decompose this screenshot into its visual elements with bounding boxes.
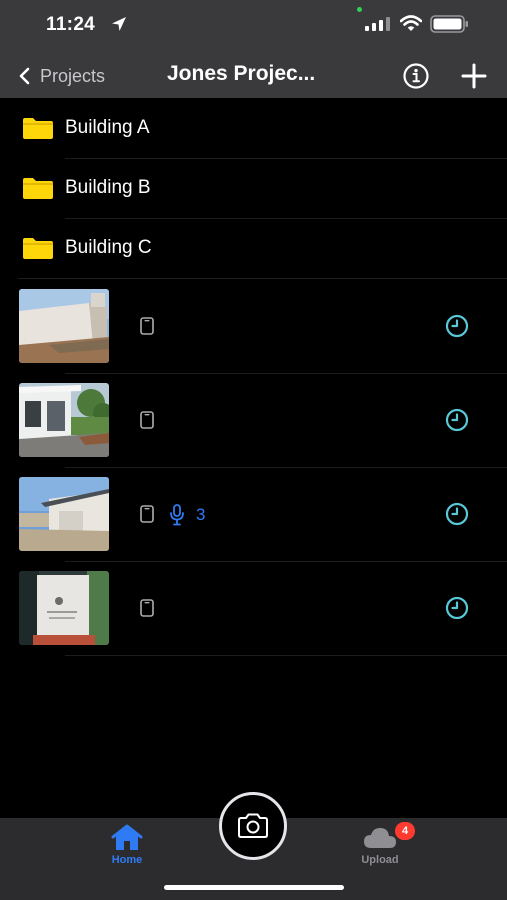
cellular-signal-icon <box>365 17 390 31</box>
location-arrow-icon <box>112 17 126 31</box>
folder-icon <box>23 238 53 259</box>
add-icon[interactable] <box>460 62 488 90</box>
upload-badge: 4 <box>395 822 415 840</box>
photo-thumbnail <box>19 477 109 551</box>
clock-icon <box>445 408 469 432</box>
chevron-left-icon <box>19 67 30 85</box>
battery-icon <box>430 15 468 33</box>
top-bar: 11:24 Projects Jones Projec... <box>0 0 507 98</box>
photo-thumbnail <box>19 289 109 363</box>
clock-icon <box>445 314 469 338</box>
cloud-icon <box>364 828 396 848</box>
folder-label: Building B <box>65 177 151 198</box>
info-icon[interactable] <box>402 62 430 90</box>
photo-thumbnail <box>19 571 109 645</box>
phone-icon <box>140 317 154 335</box>
tab-upload-label: Upload <box>361 854 399 866</box>
folder-label: Building C <box>65 237 152 258</box>
wifi-icon <box>400 15 422 31</box>
clock-icon <box>445 596 469 620</box>
status-time: 11:24 <box>46 14 96 35</box>
folder-item-building-c[interactable]: Building C <box>0 218 507 278</box>
divider <box>65 655 507 656</box>
folder-label: Building A <box>65 117 150 138</box>
photo-item[interactable] <box>0 373 507 467</box>
folder-item-building-a[interactable]: Building A <box>0 98 507 158</box>
folder-icon <box>23 178 53 199</box>
page-title: Jones Projec... <box>167 62 316 85</box>
phone-icon <box>140 505 154 523</box>
phone-icon <box>140 411 154 429</box>
privacy-indicator <box>357 7 362 12</box>
photo-item[interactable] <box>0 279 507 373</box>
camera-button[interactable] <box>219 792 287 860</box>
camera-icon <box>238 813 268 838</box>
folder-icon <box>23 118 53 139</box>
tab-home[interactable]: Home <box>87 824 167 874</box>
voice-note-count: 3 <box>196 505 206 524</box>
back-label: Projects <box>40 65 106 86</box>
phone-icon <box>140 599 154 617</box>
microphone-icon <box>170 504 184 526</box>
tab-home-label: Home <box>111 854 143 866</box>
photo-item[interactable]: 3 <box>0 467 507 561</box>
clock-icon <box>445 502 469 526</box>
back-button[interactable]: Projects <box>18 62 105 90</box>
folder-item-building-b[interactable]: Building B <box>0 158 507 218</box>
home-indicator <box>164 885 344 890</box>
home-icon <box>111 824 143 850</box>
photo-item[interactable] <box>0 561 507 655</box>
photo-thumbnail <box>19 383 109 457</box>
